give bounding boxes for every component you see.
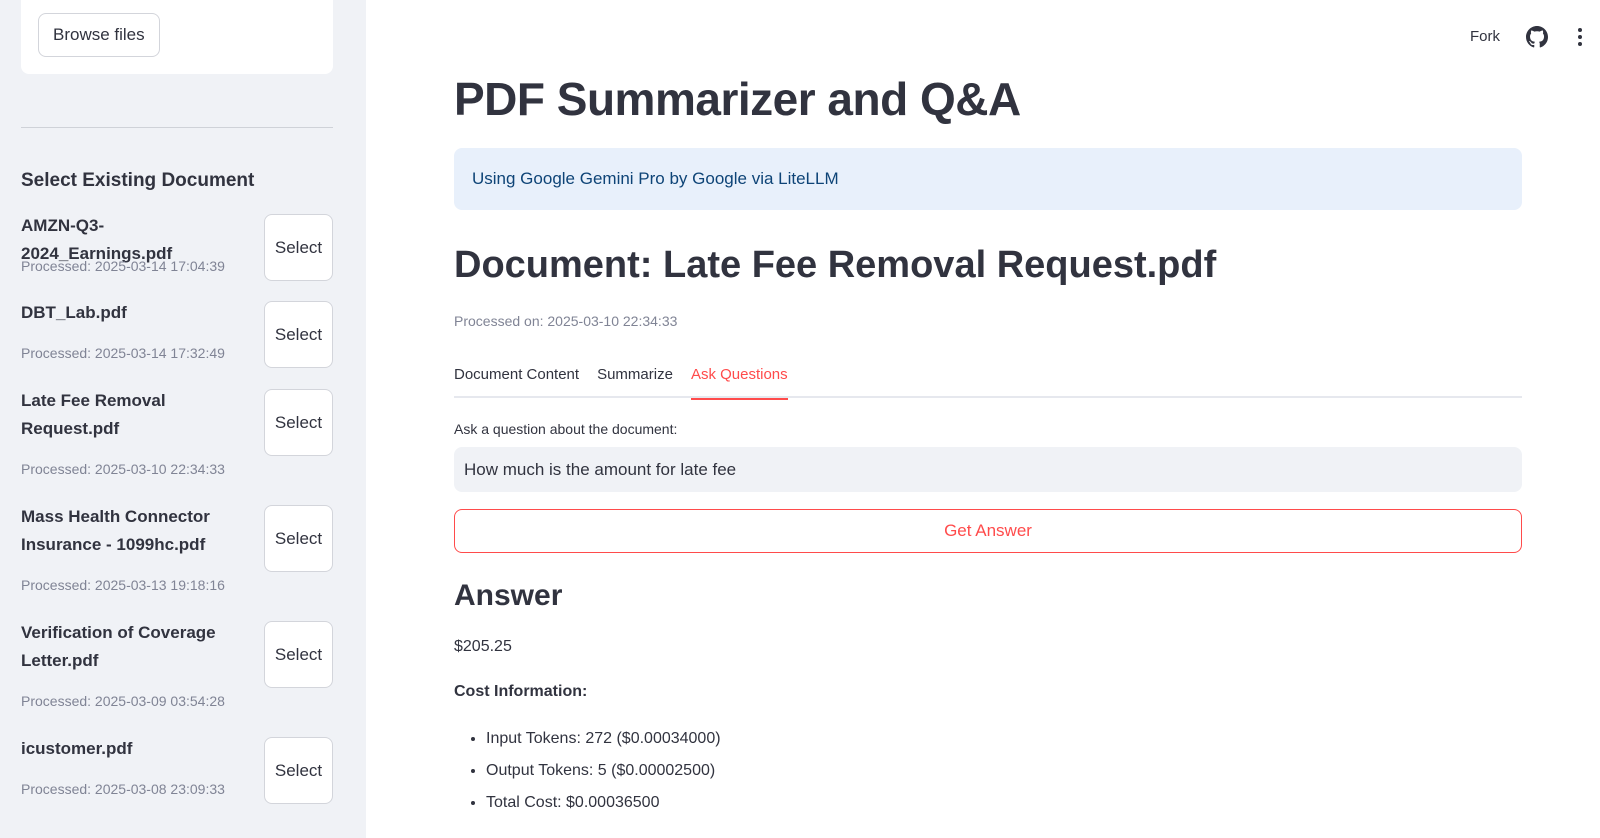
browse-files-button[interactable]: Browse files [38,13,160,57]
cost-item-output-tokens: Output Tokens: 5 ($0.00002500) [486,757,721,789]
select-document-button[interactable]: Select [264,621,333,688]
cost-list: Input Tokens: 272 ($0.00034000) Output T… [454,725,721,821]
document-processed-time: Processed: 2025-03-14 17:32:49 [21,345,225,361]
document-name: DBT_Lab.pdf [21,303,127,322]
document-name: Mass Health Connector Insurance - 1099hc… [21,507,210,554]
document-item: Verification of Coverage Letter.pdf Proc… [21,619,333,735]
get-answer-button[interactable]: Get Answer [454,509,1522,553]
select-document-button[interactable]: Select [264,737,333,804]
page-title: PDF Summarizer and Q&A [454,73,1021,125]
file-uploader: Browse files [21,0,333,74]
document-item: DBT_Lab.pdf Processed: 2025-03-14 17:32:… [21,299,333,387]
document-name: Late Fee Removal Request.pdf [21,391,166,438]
cost-information-heading: Cost Information: [454,683,588,700]
document-processed-time: Processed: 2025-03-09 03:54:28 [21,693,225,709]
select-document-button[interactable]: Select [264,505,333,572]
document-item: Late Fee Removal Request.pdf Processed: … [21,387,333,503]
sidebar: Browse files Select Existing Document AM… [0,0,366,838]
document-name: icustomer.pdf [21,739,133,758]
select-document-button[interactable]: Select [264,301,333,368]
question-label: Ask a question about the document: [454,421,678,437]
tab-bar: Document Content Summarize Ask Questions [454,360,1522,400]
select-document-button[interactable]: Select [264,389,333,456]
model-info-banner: Using Google Gemini Pro by Google via Li… [454,148,1522,210]
cost-item-input-tokens: Input Tokens: 272 ($0.00034000) [486,725,721,757]
sidebar-divider [21,127,333,128]
document-item: icustomer.pdf Processed: 2025-03-08 23:0… [21,735,333,823]
document-list: AMZN-Q3-2024_Earnings.pdf Processed: 202… [21,212,333,823]
document-processed-time: Processed: 2025-03-08 23:09:33 [21,781,225,797]
document-item: Mass Health Connector Insurance - 1099hc… [21,503,333,619]
processed-on-text: Processed on: 2025-03-10 22:34:33 [454,313,678,329]
answer-heading: Answer [454,579,563,612]
select-document-button[interactable]: Select [264,214,333,281]
document-processed-time: Processed: 2025-03-14 17:04:39 [21,258,225,274]
answer-text: $205.25 [454,638,512,655]
question-input[interactable] [454,447,1522,492]
tab-document-content[interactable]: Document Content [454,360,579,398]
document-title: Document: Late Fee Removal Request.pdf [454,244,1217,286]
cost-item-total: Total Cost: $0.00036500 [486,789,721,821]
select-document-heading: Select Existing Document [21,170,255,191]
more-vertical-icon[interactable] [1570,26,1590,48]
github-icon[interactable] [1526,26,1548,48]
document-processed-time: Processed: 2025-03-10 22:34:33 [21,461,225,477]
tab-ask-questions[interactable]: Ask Questions [690,360,788,400]
document-processed-time: Processed: 2025-03-13 19:18:16 [21,577,225,593]
document-item: AMZN-Q3-2024_Earnings.pdf Processed: 202… [21,212,333,299]
fork-link[interactable]: Fork [1470,28,1500,45]
tab-summarize[interactable]: Summarize [597,360,673,398]
document-name: Verification of Coverage Letter.pdf [21,623,216,670]
top-toolbar: Fork [1360,0,1600,76]
